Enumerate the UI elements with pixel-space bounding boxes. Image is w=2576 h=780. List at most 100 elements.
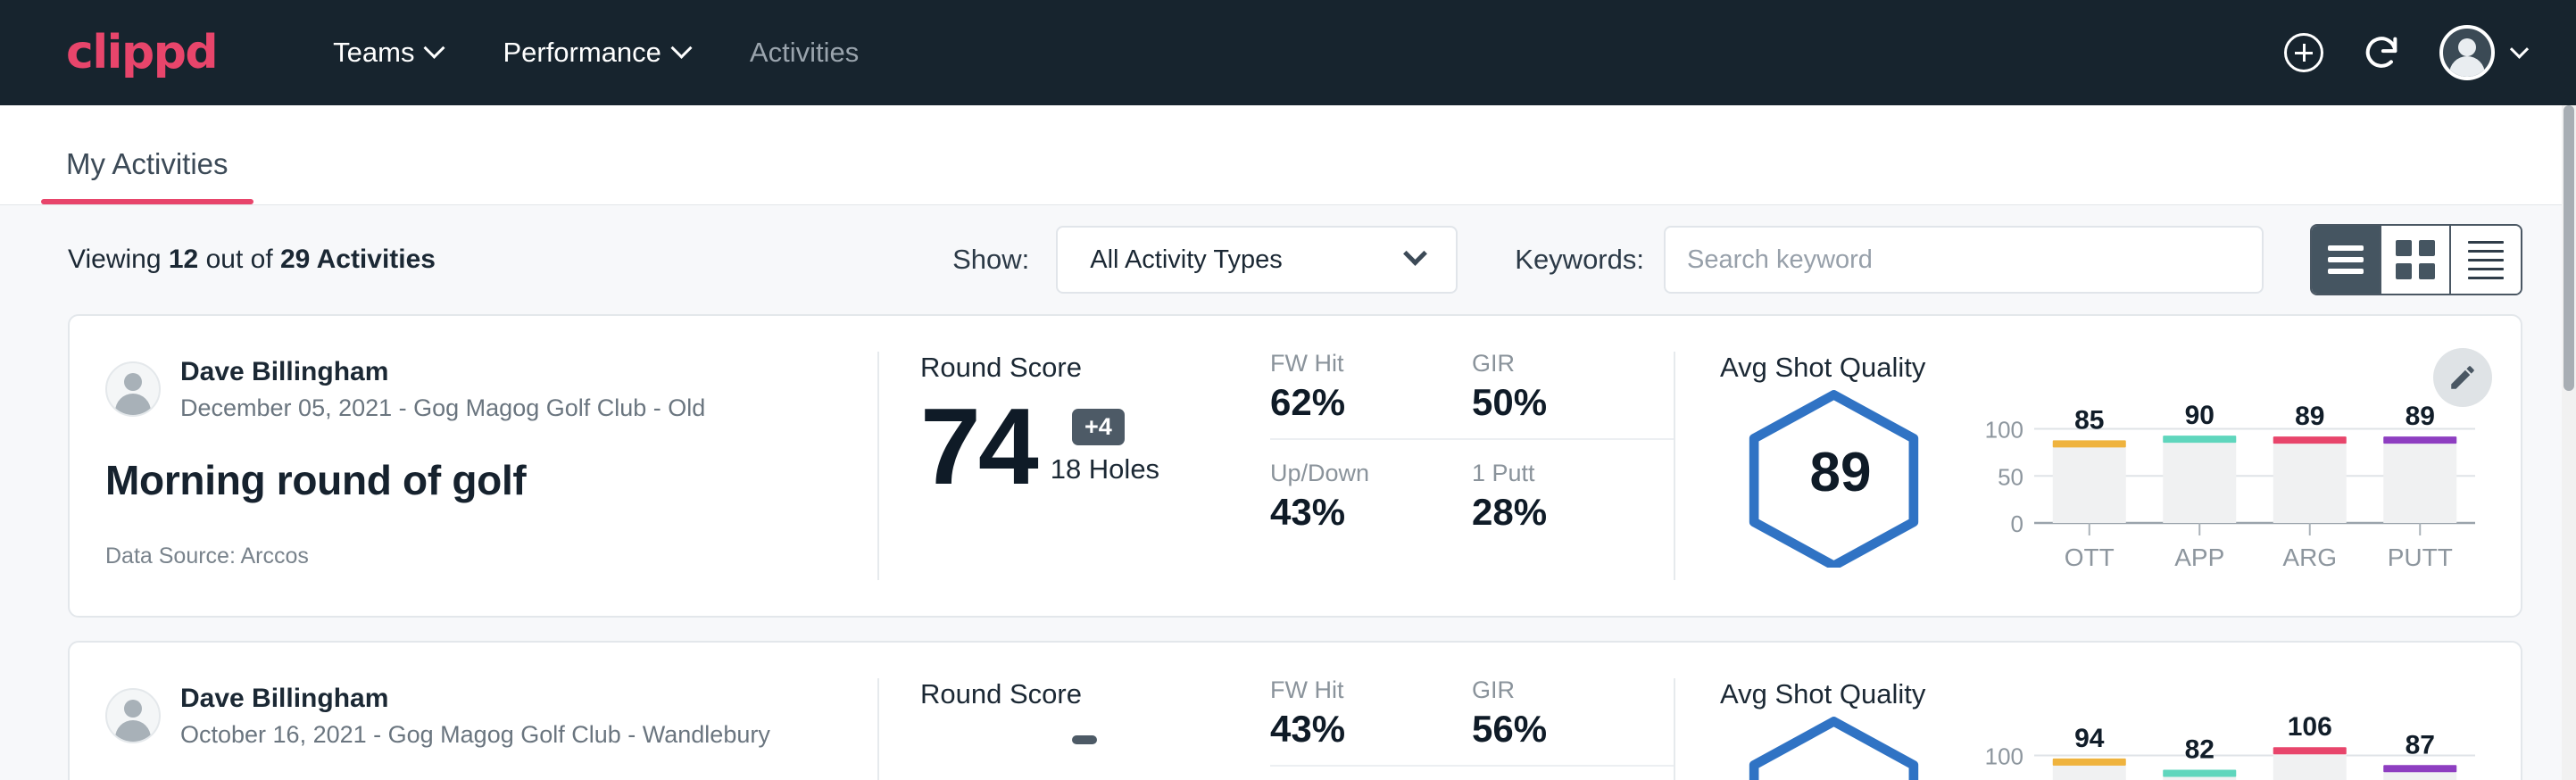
- chevron-down-icon: [2510, 39, 2529, 58]
- quality-hexagon: 89: [1738, 389, 1943, 572]
- svg-text:100: 100: [1985, 417, 2023, 444]
- viewing-mid: out of: [206, 245, 273, 274]
- chevron-down-icon: [1403, 241, 1427, 265]
- viewing-prefix: Viewing: [68, 245, 162, 274]
- stat-up-down: [1270, 767, 1472, 780]
- player-name: Dave Billingham: [180, 355, 705, 389]
- holes-played: 18 Holes: [1051, 453, 1159, 496]
- stat-fw-hit: FW Hit 43%: [1270, 676, 1472, 767]
- activity-info: Dave Billingham December 05, 2021 - Gog …: [70, 316, 877, 616]
- grid-icon: [2396, 240, 2435, 279]
- activity-card[interactable]: Dave Billingham December 05, 2021 - Gog …: [68, 314, 2522, 618]
- stat-one-putt: [1472, 767, 1674, 780]
- stat-label: GIR: [1472, 676, 1650, 704]
- stat-value: 43%: [1270, 491, 1449, 534]
- score-to-par-badge: [1072, 735, 1097, 744]
- round-score-block: Round Score 74 +4 18 Holes: [879, 316, 1254, 616]
- edit-activity-button[interactable]: [2433, 348, 2492, 407]
- list-icon: [2328, 239, 2364, 280]
- svg-text:89: 89: [2406, 402, 2435, 431]
- svg-text:94: 94: [2074, 724, 2105, 753]
- stat-one-putt: 1 Putt 28%: [1472, 440, 1674, 534]
- activity-player: Dave Billingham December 05, 2021 - Gog …: [105, 355, 877, 424]
- stat-label: FW Hit: [1270, 350, 1449, 378]
- stat-gir: GIR 56%: [1472, 676, 1674, 767]
- svg-text:APP: APP: [2174, 544, 2224, 571]
- tab-my-activities[interactable]: My Activities: [41, 147, 253, 204]
- keywords-label: Keywords:: [1515, 244, 1644, 276]
- activity-player: Dave Billingham October 16, 2021 - Gog M…: [105, 682, 877, 751]
- activity-meta: December 05, 2021 - Gog Magog Golf Club …: [180, 393, 705, 424]
- viewing-count: 12: [169, 245, 198, 274]
- stat-value: 43%: [1270, 708, 1449, 751]
- quality-score-value: 89: [1738, 441, 1943, 504]
- avg-shot-quality-label: Avg Shot Quality: [1720, 678, 2521, 710]
- account-menu[interactable]: [2439, 25, 2526, 80]
- stat-up-down: Up/Down 43%: [1270, 440, 1472, 534]
- avg-shot-quality-block: Avg Shot Quality 05010094OTT82APP106ARG8…: [1675, 643, 2521, 780]
- svg-text:85: 85: [2074, 405, 2104, 435]
- activity-card[interactable]: Dave Billingham October 16, 2021 - Gog M…: [68, 641, 2522, 780]
- account-avatar-icon: [2439, 25, 2495, 80]
- page-scrollbar[interactable]: [2562, 105, 2576, 780]
- stat-gir: GIR 50%: [1472, 350, 1674, 440]
- top-navigation-bar: clippd Teams Performance Activities: [0, 0, 2576, 105]
- shot-quality-chart: 05010085OTT90APP89ARG89PUTT: [1965, 389, 2521, 581]
- nav-item-activities-label: Activities: [750, 37, 859, 69]
- nav-item-performance[interactable]: Performance: [472, 37, 719, 69]
- svg-text:89: 89: [2295, 402, 2324, 431]
- svg-text:100: 100: [1985, 743, 2023, 770]
- nav-item-teams[interactable]: Teams: [303, 37, 472, 69]
- refresh-icon[interactable]: [2361, 32, 2402, 73]
- search-input[interactable]: [1664, 226, 2264, 294]
- activity-type-select-value: All Activity Types: [1090, 245, 1407, 275]
- stat-value: 28%: [1472, 491, 1650, 534]
- show-label: Show:: [952, 244, 1029, 276]
- svg-text:0: 0: [2011, 510, 2023, 537]
- svg-text:ARG: ARG: [2282, 544, 2337, 571]
- page-scrollbar-thumb[interactable]: [2564, 105, 2574, 391]
- pencil-icon: [2447, 362, 2478, 393]
- stat-label: GIR: [1472, 350, 1650, 378]
- hexagon-icon: [1738, 716, 1930, 780]
- filter-controls: Show: All Activity Types Keywords:: [952, 224, 2522, 295]
- stat-value: 50%: [1472, 381, 1650, 424]
- nav-item-activities[interactable]: Activities: [719, 37, 889, 69]
- avg-shot-quality-block: Avg Shot Quality 89 05010085OTT90APP89AR…: [1675, 316, 2521, 616]
- view-mode-list-button[interactable]: [2312, 226, 2381, 294]
- shot-quality-chart: 05010094OTT82APP106ARG87PUTT: [1965, 716, 2521, 780]
- view-mode-grid-button[interactable]: [2381, 226, 2451, 294]
- svg-text:82: 82: [2185, 735, 2215, 765]
- score-to-par-badge: +4: [1072, 409, 1125, 445]
- round-score-label: Round Score: [920, 352, 1254, 384]
- activity-list: Dave Billingham December 05, 2021 - Gog …: [0, 314, 2576, 780]
- player-name: Dave Billingham: [180, 682, 770, 716]
- clippd-logo[interactable]: clippd: [66, 29, 217, 76]
- stat-label: 1 Putt: [1472, 460, 1650, 487]
- svg-text:87: 87: [2406, 730, 2435, 759]
- activity-type-select[interactable]: All Activity Types: [1056, 226, 1458, 294]
- svg-text:50: 50: [1998, 463, 2023, 490]
- chevron-down-icon: [670, 37, 692, 58]
- tab-my-activities-label: My Activities: [66, 147, 229, 180]
- round-stats-block: FW Hit 43% GIR 56%: [1254, 643, 1674, 780]
- activity-info: Dave Billingham October 16, 2021 - Gog M…: [70, 643, 877, 780]
- round-score-block: Round Score: [879, 643, 1254, 780]
- round-score-label: Round Score: [920, 678, 1254, 710]
- add-circle-icon[interactable]: [2284, 33, 2323, 72]
- view-mode-toggle-group: [2310, 224, 2522, 295]
- nav-item-teams-label: Teams: [333, 37, 414, 69]
- activity-meta: October 16, 2021 - Gog Magog Golf Club -…: [180, 719, 770, 751]
- stat-fw-hit: FW Hit 62%: [1270, 350, 1472, 440]
- nav-actions: [2284, 25, 2526, 80]
- avatar: [105, 688, 161, 743]
- avatar: [105, 361, 161, 417]
- svg-text:106: 106: [2288, 716, 2332, 742]
- view-mode-detail-button[interactable]: [2451, 226, 2521, 294]
- round-score-value: 74: [920, 396, 1036, 496]
- filter-bar: Viewing 12 out of 29 Activities Show: Al…: [0, 205, 2576, 314]
- stat-value: 56%: [1472, 708, 1650, 751]
- svg-text:90: 90: [2185, 401, 2215, 430]
- round-stats-block: FW Hit 62% GIR 50% Up/Down 43% 1 Putt 28…: [1254, 316, 1674, 616]
- viewing-total: 29 Activities: [280, 245, 436, 274]
